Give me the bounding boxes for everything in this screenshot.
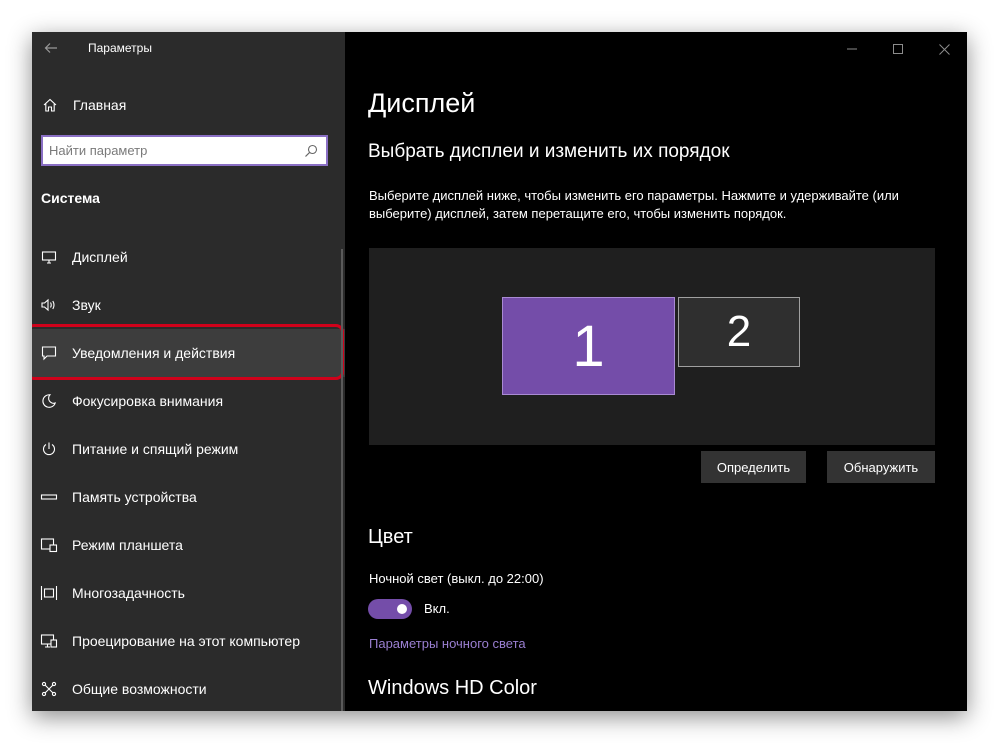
speaker-icon xyxy=(40,296,58,314)
notification-icon xyxy=(40,344,58,362)
description-text: Выберите дисплей ниже, чтобы изменить ег… xyxy=(369,188,899,221)
sidebar-item-label: Уведомления и действия xyxy=(72,345,236,361)
toggle-knob xyxy=(397,604,407,614)
sidebar-item-storage[interactable]: Память устройства xyxy=(32,473,345,521)
sidebar-item-notifications[interactable]: Уведомления и действия xyxy=(32,329,345,377)
app-title: Параметры xyxy=(88,41,152,55)
search-input[interactable] xyxy=(43,137,302,164)
section-title: Система xyxy=(41,190,100,206)
main-content: Дисплей Выбрать дисплеи и изменить их по… xyxy=(345,32,967,711)
multitasking-icon xyxy=(40,584,58,602)
power-icon xyxy=(40,440,58,458)
maximize-button[interactable] xyxy=(875,32,921,66)
close-icon xyxy=(938,43,950,55)
close-button[interactable] xyxy=(921,32,967,66)
sidebar-item-focus-assist[interactable]: Фокусировка внимания xyxy=(32,377,345,425)
sidebar-item-label: Питание и спящий режим xyxy=(72,441,239,457)
search-icon[interactable] xyxy=(302,142,320,160)
page-title: Дисплей xyxy=(368,88,476,118)
sidebar-item-sound[interactable]: Звук xyxy=(32,281,345,329)
night-light-label: Ночной свет (выкл. до 22:00) xyxy=(369,571,544,586)
sidebar-item-label: Общие возможности xyxy=(72,681,207,697)
sidebar-item-display[interactable]: Дисплей xyxy=(32,233,345,281)
sidebar-item-power[interactable]: Питание и спящий режим xyxy=(32,425,345,473)
sidebar-item-label: Дисплей xyxy=(72,249,128,265)
sidebar: Параметры Главная Система Дисплей xyxy=(32,32,345,711)
night-light-toggle[interactable] xyxy=(368,599,412,619)
monitor-2-tile[interactable]: 2 xyxy=(678,297,800,367)
sidebar-item-label: Память устройства xyxy=(72,489,197,505)
sidebar-scrollbar[interactable] xyxy=(341,249,343,711)
maximize-icon xyxy=(893,44,903,54)
color-heading: Цвет xyxy=(368,526,413,548)
sidebar-item-label: Фокусировка внимания xyxy=(72,393,224,409)
sidebar-item-shared-experiences[interactable]: Общие возможности xyxy=(32,665,345,711)
search-box[interactable] xyxy=(41,135,328,166)
sidebar-nav: Дисплей Звук Уведомления и действия Фоку… xyxy=(32,233,345,711)
monitor-1-tile[interactable]: 1 xyxy=(502,297,675,395)
identify-button[interactable]: Определить xyxy=(701,451,806,483)
sidebar-item-label: Проецирование на этот компьютер xyxy=(72,633,300,649)
back-arrow-icon[interactable] xyxy=(42,39,60,57)
minimize-icon xyxy=(847,48,857,50)
toggle-state-label: Вкл. xyxy=(424,601,450,616)
home-label: Главная xyxy=(73,97,127,113)
sidebar-item-tablet-mode[interactable]: Режим планшета xyxy=(32,521,345,569)
detect-button[interactable]: Обнаружить xyxy=(827,451,935,483)
display-arrangement-area: 1 2 xyxy=(369,248,935,445)
section-subtitle: Выбрать дисплеи и изменить их порядок xyxy=(368,141,730,162)
home-icon xyxy=(41,96,59,114)
night-light-settings-link[interactable]: Параметры ночного света xyxy=(369,636,526,651)
sidebar-item-multitasking[interactable]: Многозадачность xyxy=(32,569,345,617)
minimize-button[interactable] xyxy=(829,32,875,66)
sidebar-item-label: Звук xyxy=(72,297,101,313)
settings-window: Параметры Главная Система Дисплей xyxy=(32,32,967,711)
project-icon xyxy=(40,632,58,650)
hdr-heading: Windows HD Color xyxy=(368,677,537,699)
tablet-mode-icon xyxy=(40,536,58,554)
moon-icon xyxy=(40,392,58,410)
monitor-icon xyxy=(40,248,58,266)
title-bar: Параметры xyxy=(32,32,345,66)
sidebar-item-label: Режим планшета xyxy=(72,537,183,553)
shared-experiences-icon xyxy=(40,680,58,698)
sidebar-item-label: Многозадачность xyxy=(72,585,185,601)
storage-icon xyxy=(40,488,58,506)
window-controls xyxy=(829,32,967,66)
sidebar-item-projecting[interactable]: Проецирование на этот компьютер xyxy=(32,617,345,665)
home-nav-item[interactable]: Главная xyxy=(32,88,345,122)
